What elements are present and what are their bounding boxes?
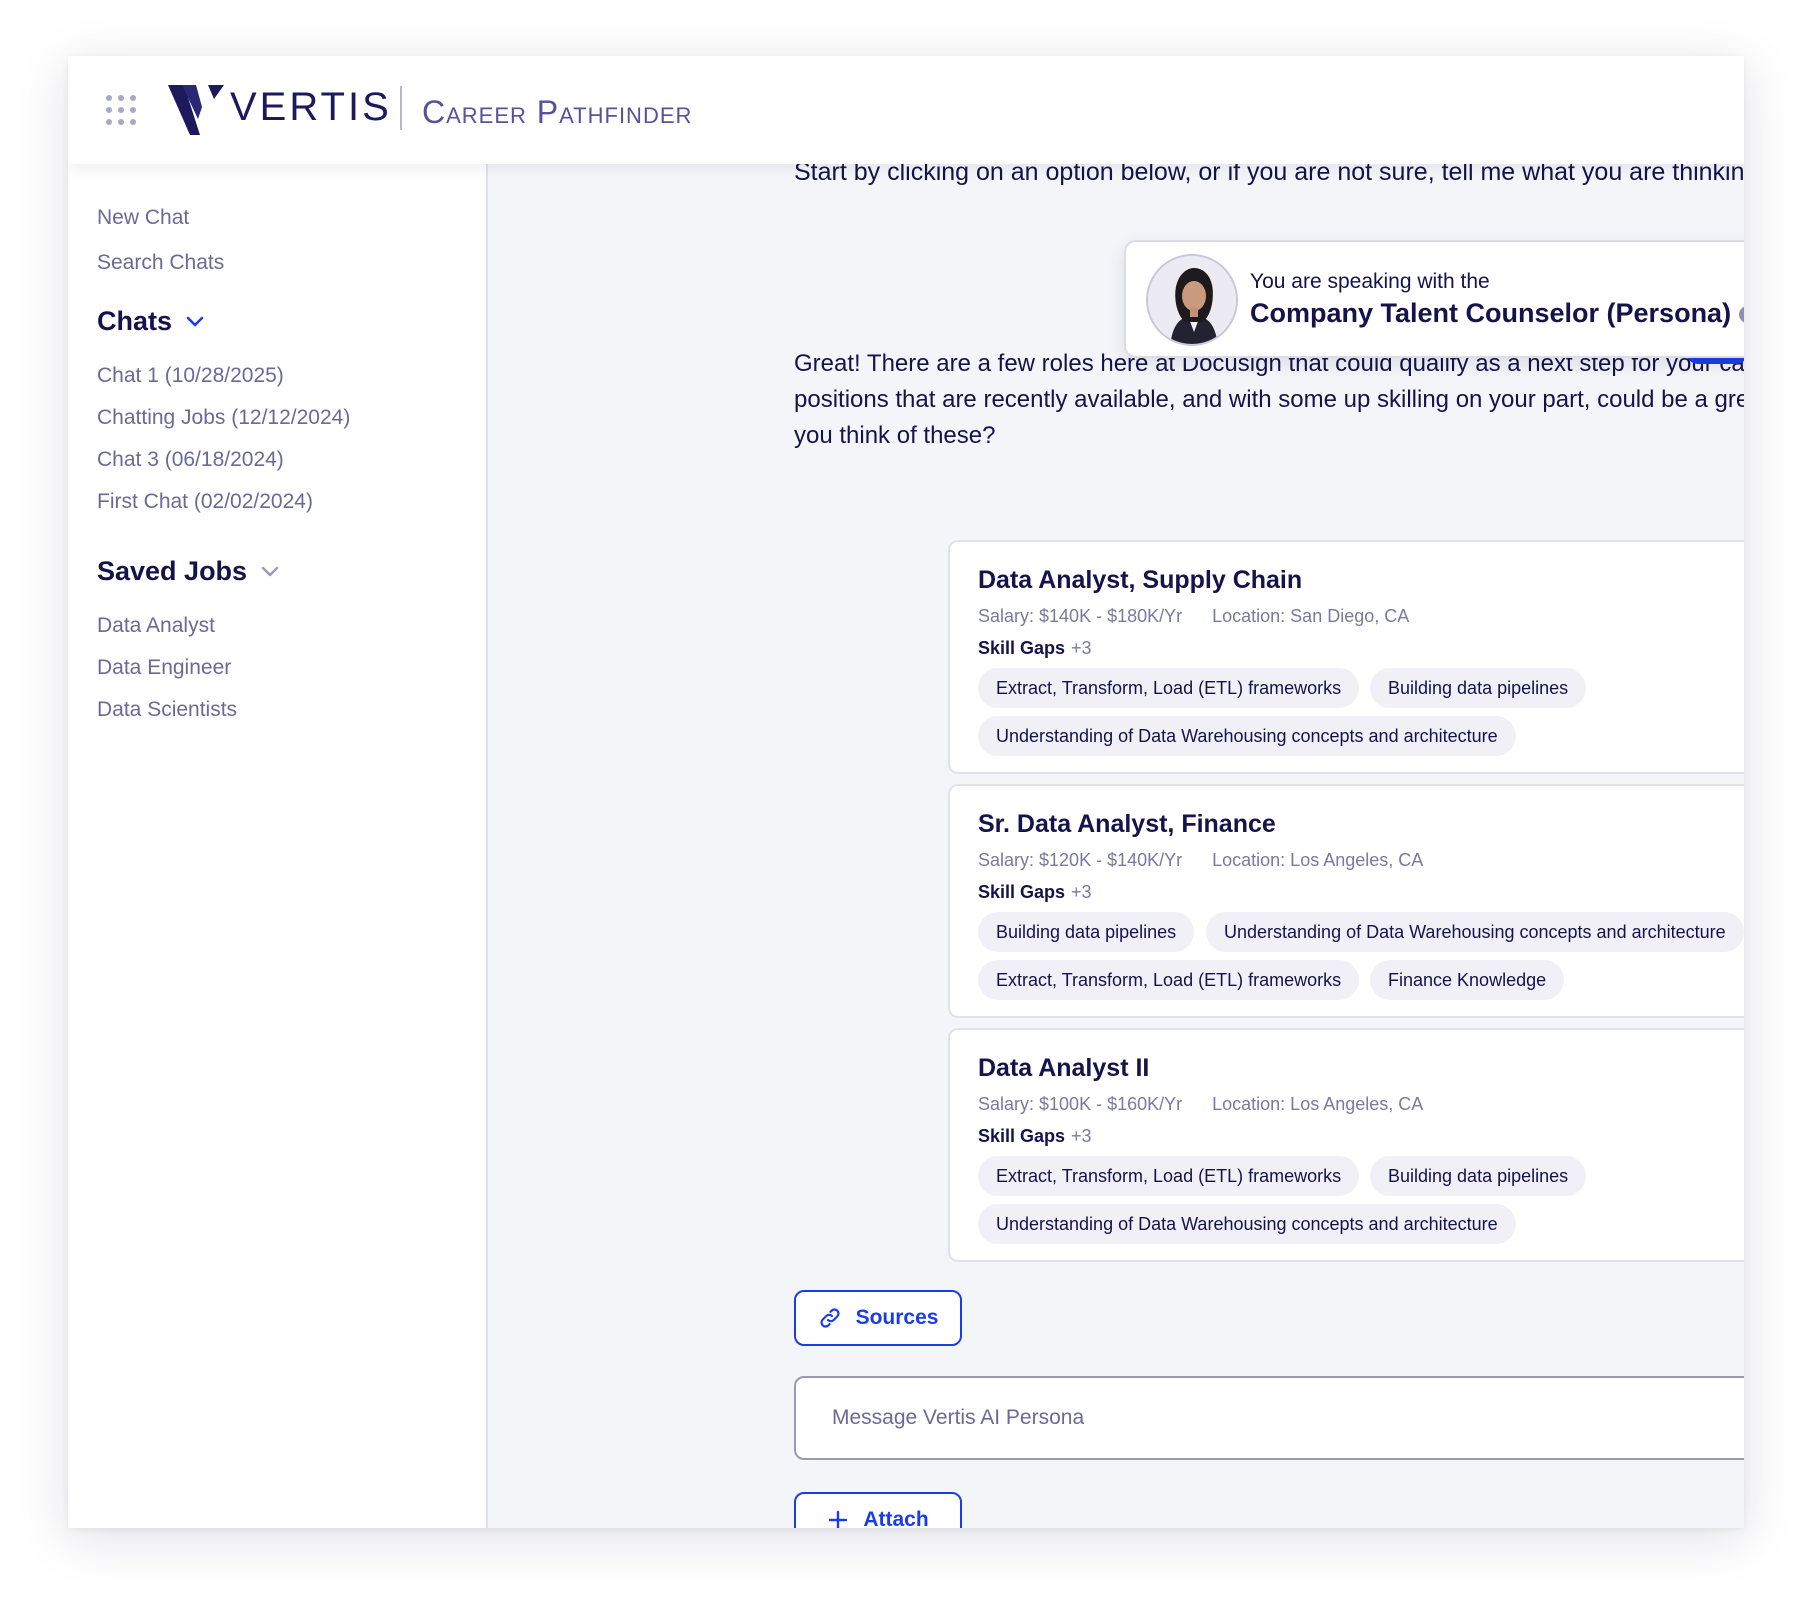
skill-gaps-text: Skill Gaps [978, 638, 1066, 658]
reply-line: positions that are recently available, a… [794, 386, 1744, 413]
skill-gaps-label: Skill Gaps +3 [978, 1126, 1092, 1147]
skill-chip: Finance Knowledge [1370, 960, 1565, 1000]
persona-name-row: Company Talent Counselor (Persona) i [1250, 298, 1744, 329]
job-salary: Salary: $120K - $140K/Yr [978, 850, 1183, 870]
job-location: Location: Los Angeles, CA [1212, 1094, 1424, 1114]
job-card[interactable]: Sr. Data Analyst, Finance Salary: $120K … [948, 784, 1744, 1018]
skill-gaps-more[interactable]: +3 [1071, 1126, 1092, 1146]
job-title[interactable]: Data Analyst, Supply Chain [978, 566, 1302, 595]
new-chat-link[interactable]: New Chat [97, 206, 189, 230]
saved-job-item[interactable]: Data Engineer [97, 656, 231, 680]
info-icon[interactable]: i [1739, 306, 1744, 323]
app-title: Career Pathfinder [422, 94, 693, 130]
saved-job-item[interactable]: Data Scientists [97, 698, 237, 722]
skill-chip: Extract, Transform, Load (ETL) framework… [978, 960, 1360, 1000]
job-card[interactable]: Data Analyst II Salary: $100K - $160K/Yr… [948, 1028, 1744, 1262]
skill-chip: Understanding of Data Warehousing concep… [978, 1204, 1516, 1244]
skill-chip: Understanding of Data Warehousing concep… [978, 716, 1516, 756]
job-location: Location: Los Angeles, CA [1212, 850, 1424, 870]
job-meta: Salary: $140K - $180K/Yr Location: San Di… [978, 606, 1409, 627]
skill-chip: Building data pipelines [1370, 1156, 1587, 1196]
saved-job-item[interactable]: Data Analyst [97, 614, 215, 638]
skill-gaps-label: Skill Gaps +3 [978, 638, 1092, 659]
skill-gaps-text: Skill Gaps [978, 882, 1066, 902]
assistant-reply: Great! There are a few roles here at Doc… [794, 346, 1744, 454]
job-salary: Salary: $100K - $160K/Yr [978, 1094, 1183, 1114]
header-divider [400, 86, 402, 130]
chat-item[interactable]: Chatting Jobs (12/12/2024) [97, 406, 350, 430]
persona-card: You are speaking with the Company Talent… [1124, 240, 1744, 358]
persona-intro: You are speaking with the [1250, 270, 1490, 293]
vertis-logo-icon [168, 85, 224, 135]
skill-gaps-more[interactable]: +3 [1071, 882, 1092, 902]
job-title[interactable]: Sr. Data Analyst, Finance [978, 810, 1276, 839]
chat-main: Start by clicking on an option below, or… [488, 158, 1744, 1528]
message-input[interactable]: Message Vertis AI Persona [794, 1376, 1744, 1460]
sidebar: New Chat Search Chats Chats Chat 1 (10/2… [68, 164, 488, 1528]
skill-chip: Understanding of Data Warehousing concep… [1206, 912, 1744, 952]
chat-item[interactable]: Chat 3 (06/18/2024) [97, 448, 284, 472]
skill-gaps-label: Skill Gaps +3 [978, 882, 1092, 903]
chats-section-toggle[interactable]: Chats [97, 306, 204, 337]
chat-item[interactable]: First Chat (02/02/2024) [97, 490, 313, 514]
top-header: VERTIS Career Pathfinder [68, 56, 1744, 164]
sources-label: Sources [855, 1306, 939, 1329]
skill-chip: Extract, Transform, Load (ETL) framework… [978, 668, 1360, 708]
job-location: Location: San Diego, CA [1212, 606, 1410, 626]
saved-jobs-section-toggle[interactable]: Saved Jobs [97, 556, 279, 587]
chats-heading: Chats [97, 306, 173, 336]
job-title[interactable]: Data Analyst II [978, 1054, 1149, 1083]
skill-gaps-more[interactable]: +3 [1071, 638, 1092, 658]
persona-avatar [1146, 254, 1238, 346]
skill-chip: Extract, Transform, Load (ETL) framework… [978, 1156, 1360, 1196]
reply-line: you think of these? [794, 422, 996, 449]
skill-chip: Building data pipelines [1370, 668, 1587, 708]
app-window: VERTIS Career Pathfinder New Chat Search… [68, 56, 1744, 1528]
attach-label: Attach [863, 1508, 929, 1528]
skill-chip: Building data pipelines [978, 912, 1195, 952]
plus-icon [829, 1510, 848, 1528]
app-grid-icon[interactable] [106, 95, 136, 125]
saved-jobs-heading: Saved Jobs [97, 556, 248, 586]
job-meta: Salary: $120K - $140K/Yr Location: Los An… [978, 850, 1423, 871]
chat-item[interactable]: Chat 1 (10/28/2025) [97, 364, 284, 388]
attach-button[interactable]: Attach [794, 1492, 962, 1528]
search-chats-link[interactable]: Search Chats [97, 251, 224, 275]
job-meta: Salary: $100K - $160K/Yr Location: Los An… [978, 1094, 1423, 1115]
chevron-down-icon [186, 316, 204, 326]
persona-name: Company Talent Counselor (Persona) [1250, 298, 1732, 328]
job-card[interactable]: Data Analyst, Supply Chain Salary: $140K… [948, 540, 1744, 774]
sources-button[interactable]: Sources [794, 1290, 962, 1346]
skill-gaps-text: Skill Gaps [978, 1126, 1066, 1146]
chevron-down-icon [261, 566, 279, 576]
job-salary: Salary: $140K - $180K/Yr [978, 606, 1183, 626]
logo-text: VERTIS [230, 85, 392, 129]
link-icon [820, 1308, 840, 1328]
